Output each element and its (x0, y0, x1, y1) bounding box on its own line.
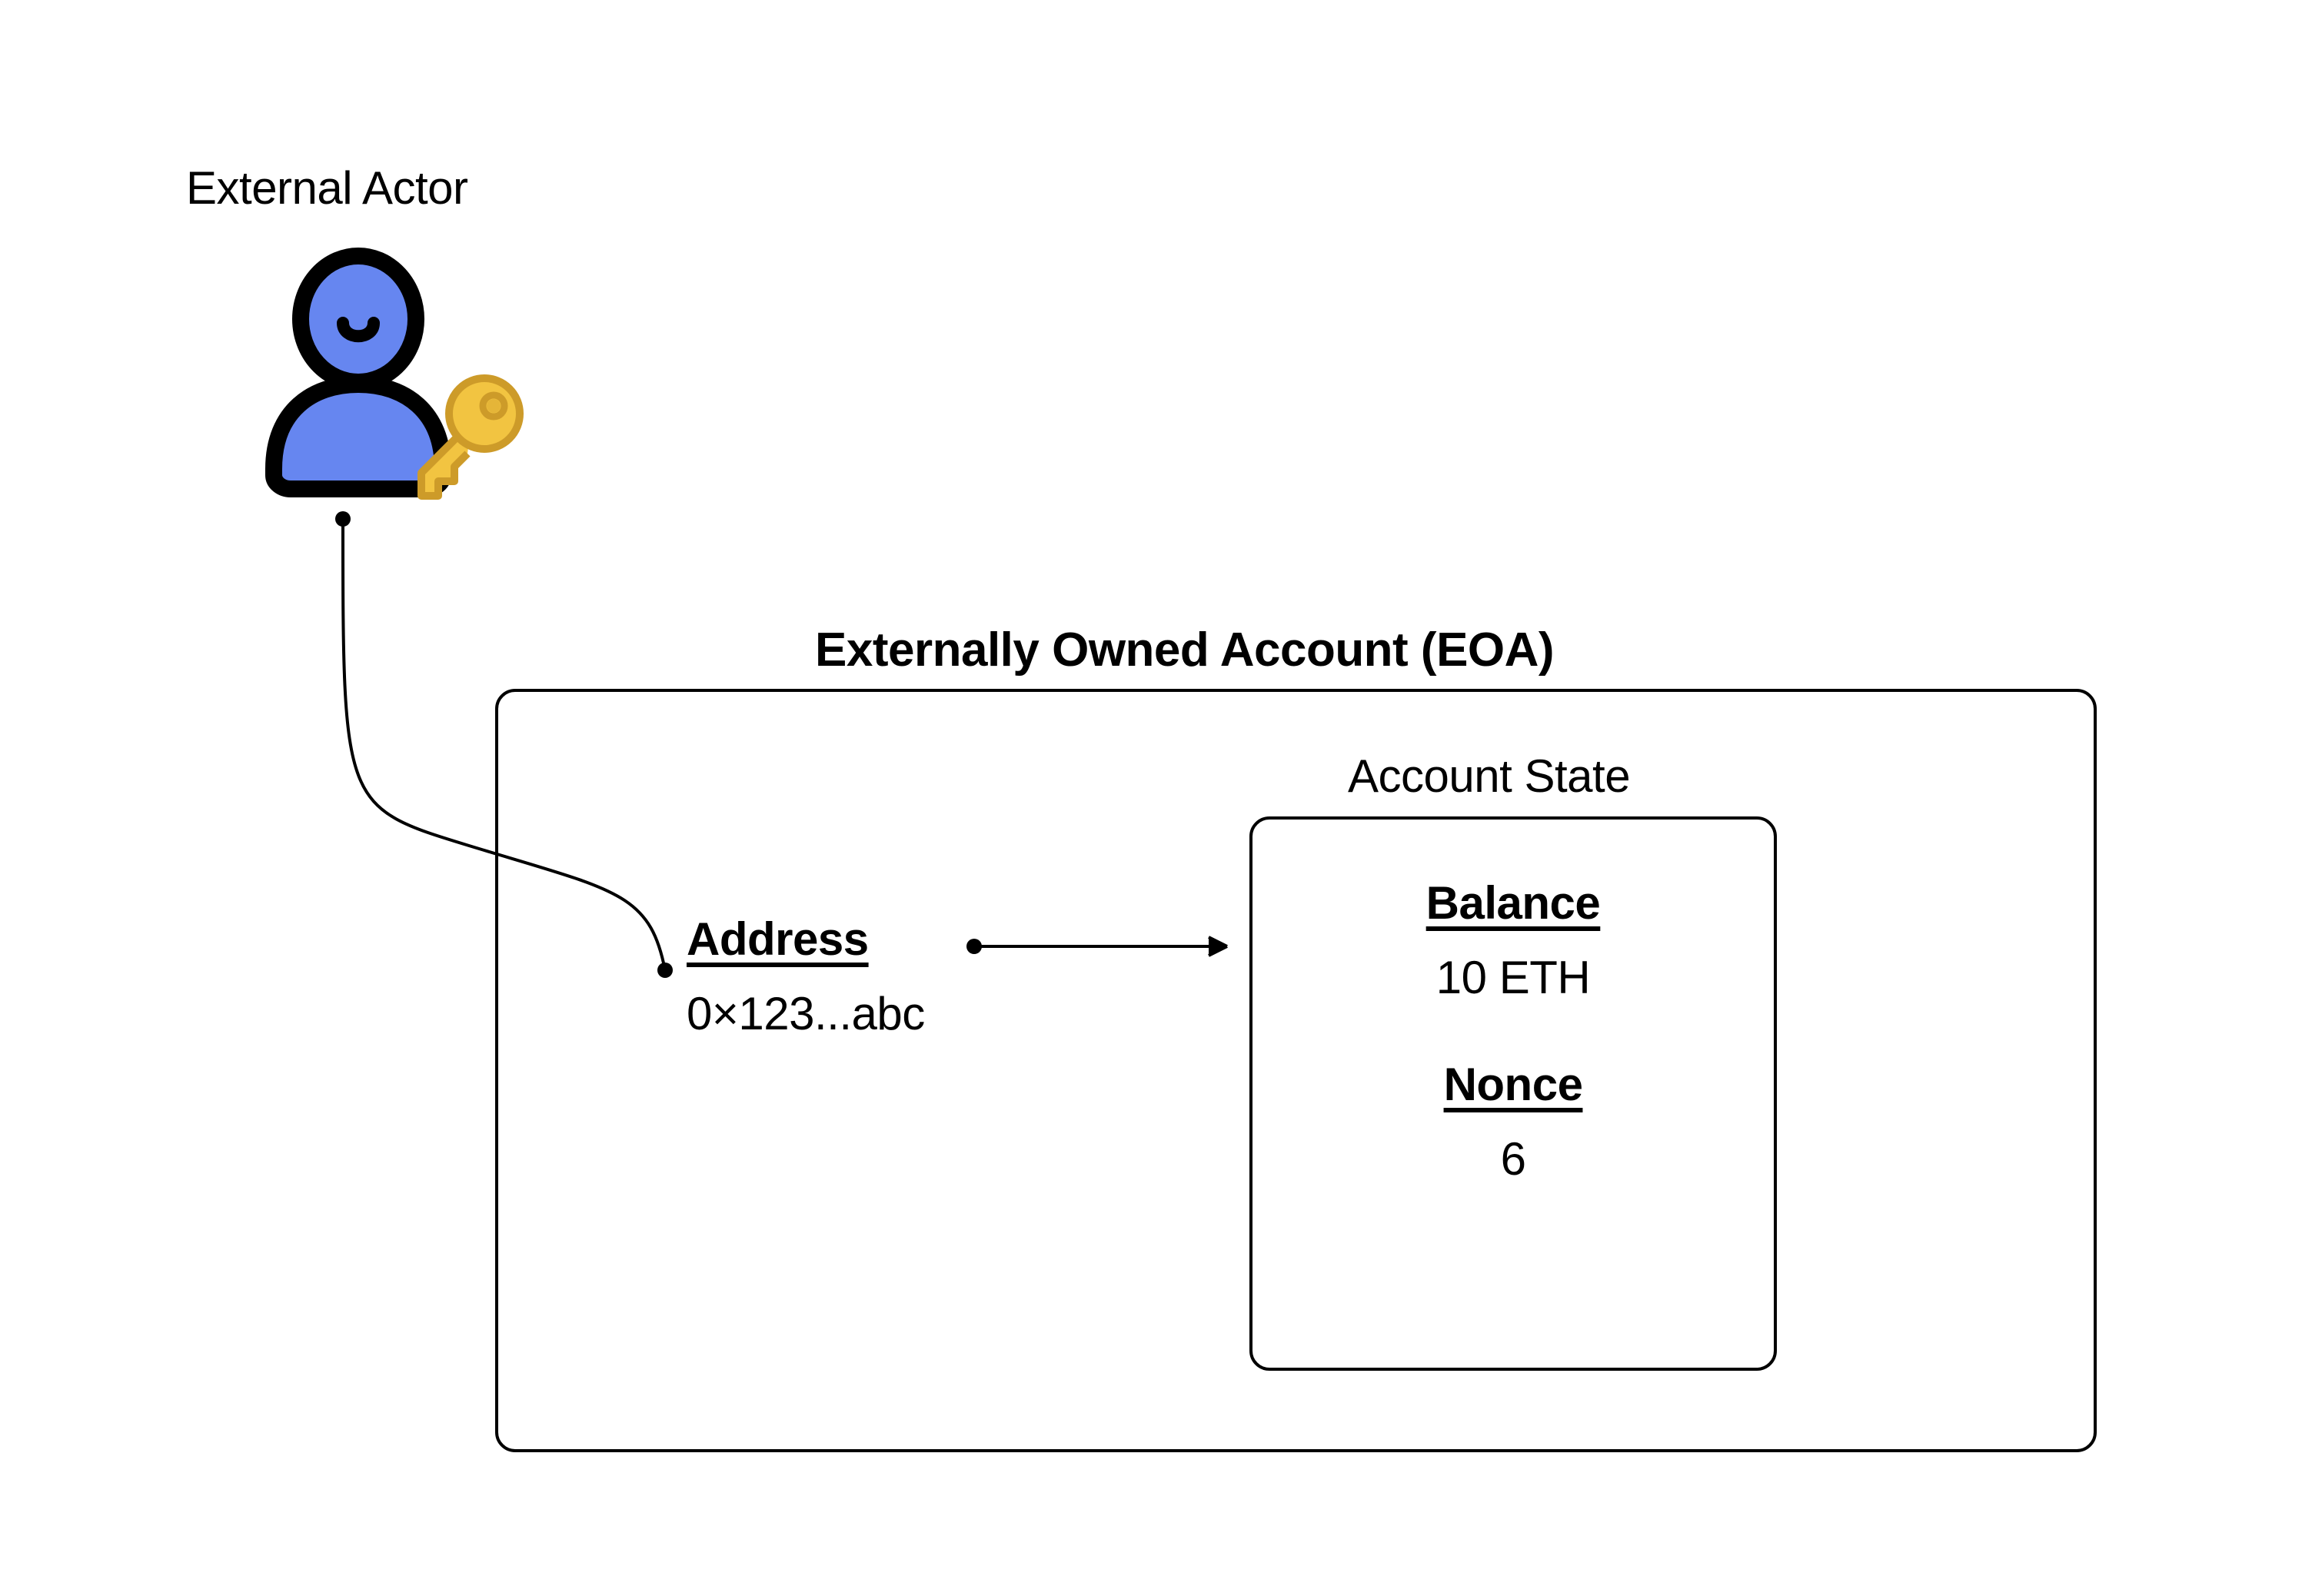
nonce-label: Nonce (1444, 1058, 1583, 1111)
nonce-group: Nonce 6 (1444, 1058, 1583, 1185)
external-actor-label: External Actor (186, 161, 468, 214)
nonce-value: 6 (1501, 1132, 1526, 1185)
account-state-container: Balance 10 ETH Nonce 6 (1249, 816, 1777, 1371)
balance-label: Balance (1426, 876, 1601, 929)
eoa-title: Externally Owned Account (EOA) (815, 623, 1554, 677)
address-label: Address (687, 913, 925, 966)
account-state-title: Account State (1348, 750, 1630, 803)
address-value: 0×123...abc (687, 987, 925, 1040)
person-with-key-icon (245, 238, 537, 523)
balance-value: 10 ETH (1436, 951, 1590, 1004)
diagram-canvas: External Actor Externally Owned Account … (0, 0, 2302, 1596)
address-block: Address 0×123...abc (687, 913, 925, 1040)
